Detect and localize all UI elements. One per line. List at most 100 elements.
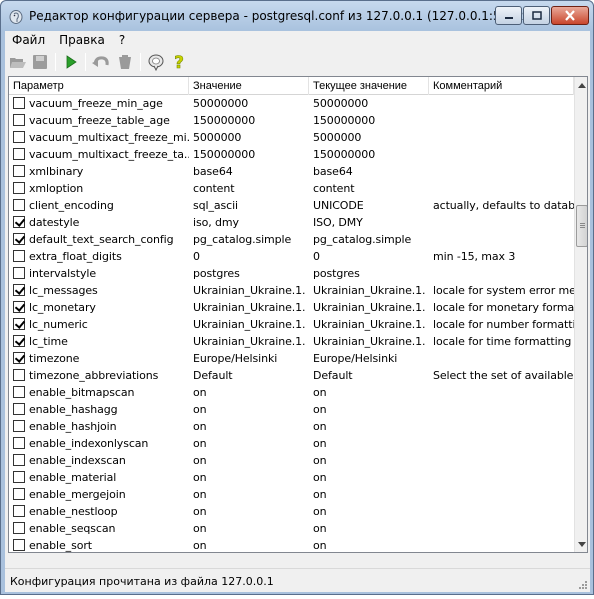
row-checkbox[interactable]: [13, 420, 25, 432]
table-row[interactable]: enable_nestloop on on: [9, 503, 574, 520]
row-checkbox[interactable]: [13, 335, 25, 347]
comment-cell: [433, 112, 574, 129]
column-header-current-value[interactable]: Текущее значение: [309, 77, 429, 95]
table-row[interactable]: vacuum_freeze_min_age 50000000 50000000: [9, 95, 574, 112]
table-row[interactable]: lc_monetary Ukrainian_Ukraine.1... Ukraini…: [9, 299, 574, 316]
table-row[interactable]: vacuum_multixact_freeze_mi... 5000000 5000…: [9, 129, 574, 146]
current-value-cell: 5000000: [313, 131, 362, 144]
status-text: Конфигурация прочитана из файла 127.0.0.…: [10, 575, 274, 588]
row-checkbox[interactable]: [13, 301, 25, 313]
menu-file[interactable]: Файл: [5, 31, 52, 50]
menu-help[interactable]: ?: [112, 31, 132, 50]
table-row[interactable]: enable_hashjoin on on: [9, 418, 574, 435]
value-cell: Ukrainian_Ukraine.1...: [193, 335, 305, 348]
row-checkbox[interactable]: [13, 165, 25, 177]
title-bar[interactable]: Редактор конфигурации сервера - postgres…: [1, 1, 593, 31]
row-checkbox[interactable]: [13, 97, 25, 109]
parameter-name-cell: default_text_search_config: [29, 233, 174, 246]
parameter-name-cell: extra_float_digits: [29, 250, 122, 263]
undo-button[interactable]: [91, 52, 111, 72]
table-row[interactable]: enable_material on on: [9, 469, 574, 486]
row-checkbox[interactable]: [13, 318, 25, 330]
app-window: Редактор конфигурации сервера - postgres…: [0, 0, 594, 595]
value-cell: content: [193, 182, 235, 195]
table-row[interactable]: lc_messages Ukrainian_Ukraine.1... Ukraini…: [9, 282, 574, 299]
open-button[interactable]: [8, 52, 28, 72]
value-cell: postgres: [193, 267, 240, 280]
row-checkbox[interactable]: [13, 131, 25, 143]
table-row[interactable]: vacuum_multixact_freeze_ta... 150000000 15…: [9, 146, 574, 163]
table-row[interactable]: vacuum_freeze_table_age 150000000 15000000…: [9, 112, 574, 129]
row-checkbox[interactable]: [13, 284, 25, 296]
settings-grid[interactable]: Параметр Значение Текущее значение Комме…: [8, 76, 588, 553]
table-row[interactable]: enable_mergejoin on on: [9, 486, 574, 503]
value-cell: on: [193, 386, 207, 399]
parameter-name-cell: lc_monetary: [29, 301, 96, 314]
toolbar-separator: [85, 53, 86, 71]
row-checkbox[interactable]: [13, 522, 25, 534]
row-checkbox[interactable]: [13, 182, 25, 194]
table-row[interactable]: timezone_abbreviations Default Default Sele…: [9, 367, 574, 384]
row-checkbox[interactable]: [13, 539, 25, 551]
table-row[interactable]: lc_time Ukrainian_Ukraine.1... Ukrainian_U…: [9, 333, 574, 350]
maximize-button[interactable]: [523, 6, 550, 25]
table-row[interactable]: enable_bitmapscan on on: [9, 384, 574, 401]
vertical-scrollbar[interactable]: [574, 77, 587, 552]
table-row[interactable]: xmloption content content: [9, 180, 574, 197]
row-checkbox[interactable]: [13, 369, 25, 381]
table-row[interactable]: enable_indexscan on on: [9, 452, 574, 469]
row-checkbox[interactable]: [13, 437, 25, 449]
column-header-value[interactable]: Значение: [189, 77, 309, 95]
parameter-name-cell: vacuum_freeze_table_age: [29, 114, 170, 127]
scroll-down-button[interactable]: [575, 536, 587, 552]
row-checkbox[interactable]: [13, 250, 25, 262]
row-checkbox[interactable]: [13, 505, 25, 517]
row-checkbox[interactable]: [13, 386, 25, 398]
row-checkbox[interactable]: [13, 148, 25, 160]
table-row[interactable]: enable_hashagg on on: [9, 401, 574, 418]
row-checkbox[interactable]: [13, 471, 25, 483]
save-button[interactable]: [30, 52, 50, 72]
table-row[interactable]: extra_float_digits 0 0 min -15, max 3: [9, 248, 574, 265]
comment-cell: [433, 129, 574, 146]
row-checkbox[interactable]: [13, 454, 25, 466]
help-button[interactable]: ?: [169, 52, 189, 72]
menu-edit[interactable]: Правка: [52, 31, 112, 50]
comment-cell: [433, 231, 574, 248]
hint-button[interactable]: [146, 52, 166, 72]
delete-button[interactable]: [115, 52, 135, 72]
row-checkbox[interactable]: [13, 403, 25, 415]
comment-cell: [433, 384, 574, 401]
table-row[interactable]: client_encoding sql_ascii UNICODE actually,…: [9, 197, 574, 214]
table-row[interactable]: lc_numeric Ukrainian_Ukraine.1... Ukrainia…: [9, 316, 574, 333]
row-checkbox[interactable]: [13, 233, 25, 245]
parameter-name-cell: vacuum_freeze_min_age: [29, 97, 163, 110]
column-header-comment[interactable]: Комментарий: [429, 77, 574, 95]
row-checkbox[interactable]: [13, 488, 25, 500]
table-row[interactable]: intervalstyle postgres postgres: [9, 265, 574, 282]
svg-text:?: ?: [174, 53, 184, 71]
open-icon: [10, 58, 26, 68]
row-checkbox[interactable]: [13, 352, 25, 364]
table-row[interactable]: enable_sort on on: [9, 537, 574, 552]
row-checkbox[interactable]: [13, 114, 25, 126]
execute-button[interactable]: [61, 52, 81, 72]
row-checkbox[interactable]: [13, 199, 25, 211]
comment-cell: [433, 401, 574, 418]
table-row[interactable]: timezone Europe/Helsinki Europe/Helsinki: [9, 350, 574, 367]
row-checkbox[interactable]: [13, 267, 25, 279]
scrollbar-thumb[interactable]: [576, 205, 587, 247]
column-header-parameter[interactable]: Параметр: [9, 77, 189, 95]
scroll-up-button[interactable]: [575, 77, 587, 93]
value-cell: Europe/Helsinki: [193, 352, 278, 365]
minimize-button[interactable]: [495, 6, 522, 25]
table-row[interactable]: default_text_search_config pg_catalog.sim…: [9, 231, 574, 248]
row-checkbox[interactable]: [13, 216, 25, 228]
table-row[interactable]: datestyle iso, dmy ISO, DMY: [9, 214, 574, 231]
table-row[interactable]: xmlbinary base64 base64: [9, 163, 574, 180]
table-row[interactable]: enable_seqscan on on: [9, 520, 574, 537]
current-value-cell: UNICODE: [313, 199, 364, 212]
resize-grip-icon[interactable]: [578, 580, 588, 590]
table-row[interactable]: enable_indexonlyscan on on: [9, 435, 574, 452]
close-button[interactable]: [551, 6, 589, 25]
